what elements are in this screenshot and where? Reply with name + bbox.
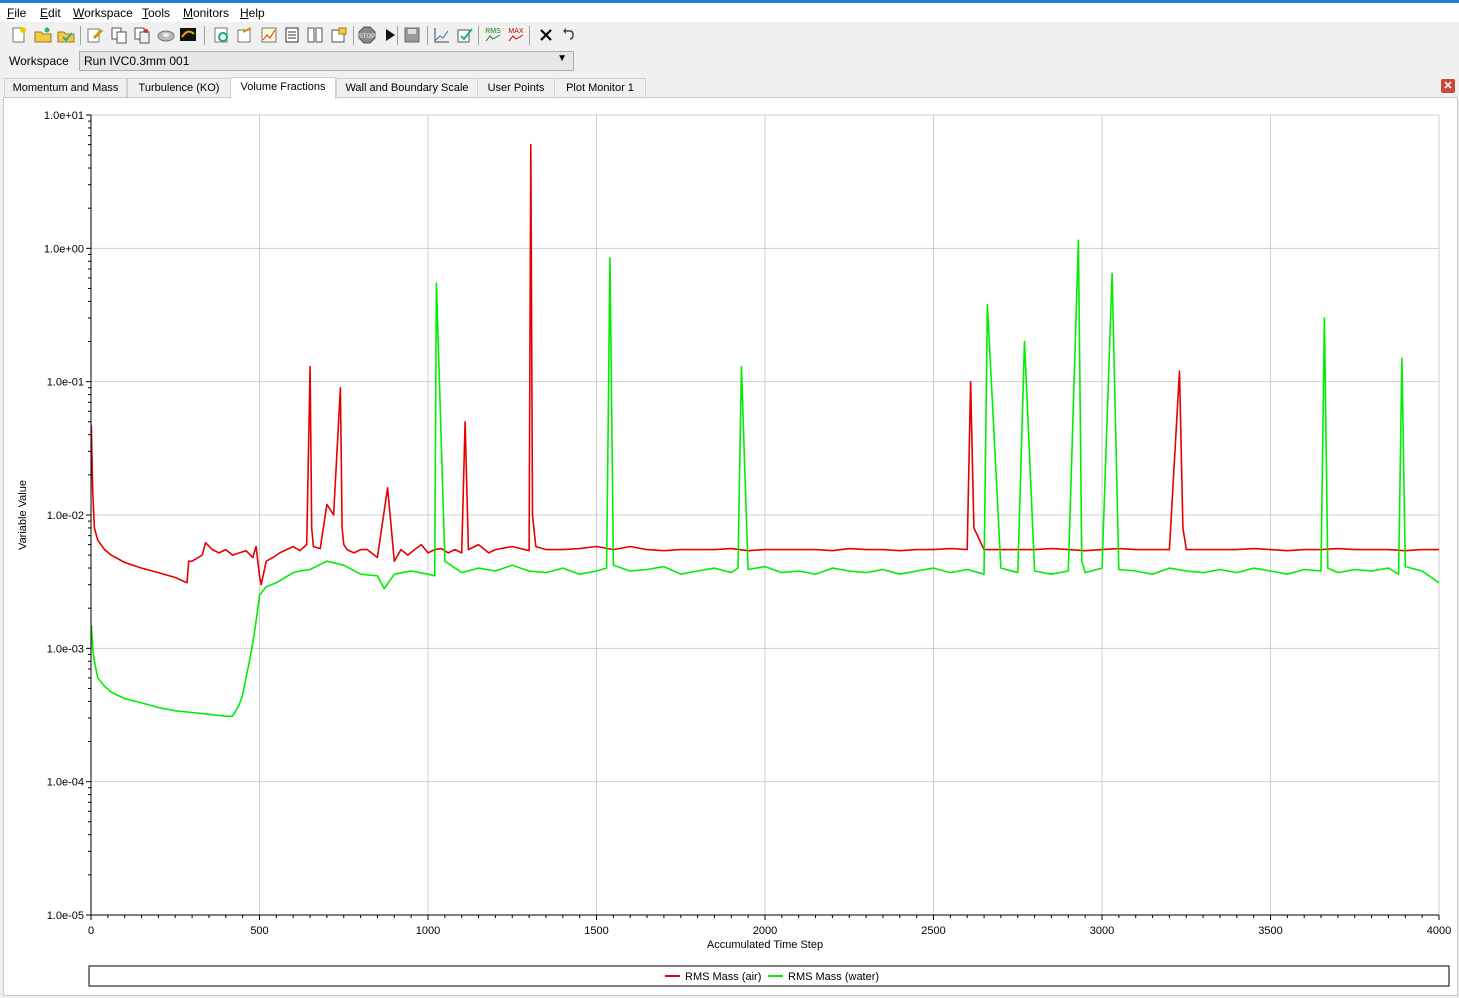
x-tick-label: 500	[250, 925, 268, 937]
plot-edit-icon[interactable]	[433, 26, 451, 44]
y-tick-label: 1.0e-02	[47, 510, 84, 522]
report-icon[interactable]	[283, 26, 301, 44]
workspace-bar: Workspace Run IVC0.3mm 001 ▼	[0, 49, 1459, 73]
close-icon[interactable]	[537, 26, 555, 44]
close-tab-icon[interactable]: ✕	[1441, 79, 1455, 93]
tab-momentum-and-mass[interactable]: Momentum and Mass	[4, 78, 127, 98]
tab-plot-monitor-1[interactable]: Plot Monitor 1	[554, 78, 646, 98]
tab-volume-fractions[interactable]: Volume Fractions	[230, 77, 336, 99]
menu-tools[interactable]: Tools	[142, 6, 170, 20]
x-tick-label: 1500	[584, 925, 608, 937]
x-tick-label: 1000	[416, 925, 440, 937]
monitor-tabs: Momentum and Mass Turbulence (KO) Volume…	[0, 77, 1459, 99]
plot-panel: 0 500 1000 1500 2000 2500 3000 3500 4000 1.0e-05 1…	[3, 97, 1458, 996]
svg-text:MAX: MAX	[508, 28, 524, 35]
legend-label: RMS Mass (air)	[685, 971, 761, 983]
open-icon[interactable]	[34, 26, 52, 44]
chevron-down-icon: ▼	[557, 53, 567, 64]
y-tick-label: 1.0e+01	[44, 110, 84, 122]
y-tick-label: 1.0e-04	[47, 777, 84, 789]
new-icon[interactable]	[10, 26, 28, 44]
x-tick-label: 4000	[1427, 925, 1451, 937]
menu-help[interactable]: Help	[240, 6, 265, 20]
menu-bar: File Edit Workspace Tools Monitors Help	[0, 3, 1459, 22]
tab-wall-and-boundary-scale[interactable]: Wall and Boundary Scale	[336, 78, 478, 98]
undo-icon[interactable]	[560, 26, 578, 44]
x-tick-label: 2500	[921, 925, 945, 937]
plot-check-icon[interactable]	[456, 26, 474, 44]
y-tick-label: 1.0e-01	[47, 377, 84, 389]
rms-icon[interactable]: RMS	[484, 26, 502, 44]
workspace-select-value: Run IVC0.3mm 001	[84, 54, 190, 68]
toolbar-separator	[353, 26, 354, 45]
residual-plot: 0 500 1000 1500 2000 2500 3000 3500 4000 1.0e-05 1…	[17, 110, 1451, 987]
tab-user-points[interactable]: User Points	[477, 78, 555, 98]
menu-monitors[interactable]: Monitors	[183, 6, 229, 20]
svg-text:STOP: STOP	[359, 34, 375, 40]
toolbar-separator	[80, 26, 81, 45]
menu-file[interactable]: File	[7, 6, 26, 20]
plot-axes: 0 500 1000 1500 2000 2500 3000 3500 4000 1.0e-05 1…	[44, 110, 1451, 937]
y-axis-label: Variable Value	[17, 480, 29, 550]
legend-label: RMS Mass (water)	[788, 971, 879, 983]
monitor-icon[interactable]	[179, 26, 197, 44]
copy-run-icon[interactable]	[133, 26, 151, 44]
x-tick-label: 3000	[1090, 925, 1114, 937]
layout-icon[interactable]	[306, 26, 324, 44]
x-axis-label: Accumulated Time Step	[707, 939, 823, 951]
open-folder-icon[interactable]	[57, 26, 75, 44]
copy-icon[interactable]	[110, 26, 128, 44]
max-icon[interactable]: MAX	[507, 26, 525, 44]
toolbar-separator	[427, 26, 428, 45]
x-tick-label: 2000	[753, 925, 777, 937]
workspace-select[interactable]: Run IVC0.3mm 001 ▼	[79, 51, 574, 71]
workspace-label: Workspace	[9, 54, 69, 68]
save-icon[interactable]	[403, 26, 421, 44]
edit-icon[interactable]	[86, 26, 104, 44]
stop-icon[interactable]: STOP	[358, 26, 376, 44]
toolbar-separator	[529, 26, 530, 45]
menu-workspace[interactable]: Workspace	[73, 6, 133, 20]
y-tick-label: 1.0e-05	[47, 910, 84, 922]
x-tick-label: 3500	[1258, 925, 1282, 937]
toolbar-separator	[397, 26, 398, 45]
tree-icon[interactable]	[330, 26, 348, 44]
x-tick-label: 0	[88, 925, 94, 937]
toolbar-separator	[478, 26, 479, 45]
y-tick-label: 1.0e-03	[47, 643, 84, 655]
y-tick-label: 1.0e+00	[44, 243, 84, 255]
chart-icon[interactable]	[260, 26, 278, 44]
menu-edit[interactable]: Edit	[40, 6, 61, 20]
plot-grid	[91, 114, 1440, 915]
disk-icon[interactable]	[157, 26, 175, 44]
svg-text:RMS: RMS	[485, 28, 501, 35]
tab-turbulence[interactable]: Turbulence (KO)	[127, 78, 231, 98]
toolbar-separator	[204, 26, 205, 45]
toolbar: STOP RMS MAX	[0, 22, 1459, 48]
run-icon[interactable]	[236, 26, 254, 44]
refresh-icon[interactable]	[213, 26, 231, 44]
